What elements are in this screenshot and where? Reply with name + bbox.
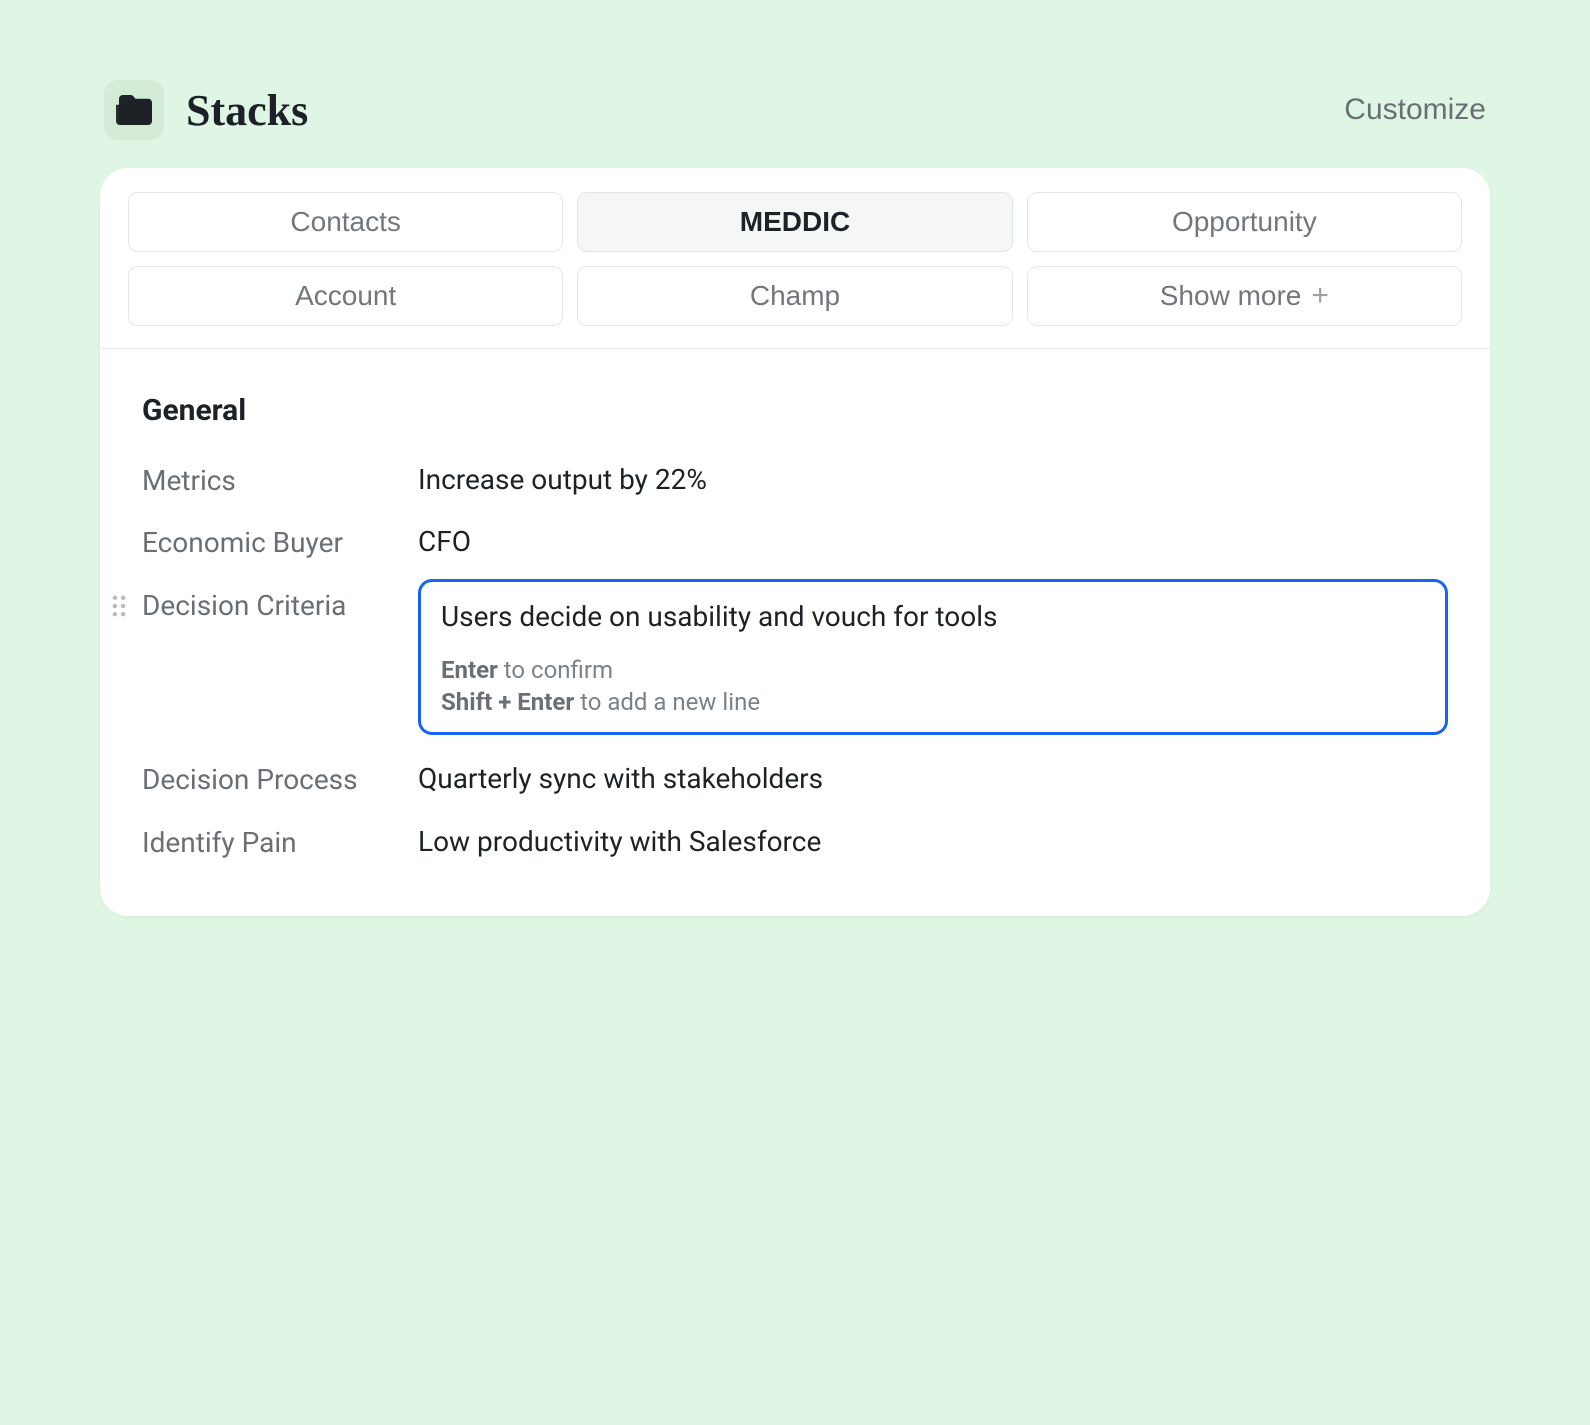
field-row-identify-pain: Identify Pain Low productivity with Sale…	[142, 824, 1448, 860]
field-row-metrics: Metrics Increase output by 22%	[142, 462, 1448, 498]
tabs-row: Contacts MEDDIC Opportunity Account Cham…	[100, 168, 1490, 349]
tab-meddic[interactable]: MEDDIC	[577, 192, 1012, 252]
hint-key: Enter	[441, 656, 498, 684]
tab-label: Contacts	[290, 206, 401, 238]
plus-icon: +	[1311, 281, 1329, 311]
card-body: General Metrics Increase output by 22% E…	[100, 349, 1490, 916]
customize-button[interactable]: Customize	[1344, 93, 1486, 127]
tab-show-more[interactable]: Show more +	[1027, 266, 1462, 326]
hint-text: to add a new line	[574, 688, 760, 716]
section-title: General	[142, 393, 1448, 428]
tab-label: Show more	[1160, 280, 1302, 312]
stacks-card: Contacts MEDDIC Opportunity Account Cham…	[100, 168, 1490, 916]
field-row-decision-criteria: Decision Criteria Users decide on usabil…	[142, 587, 1448, 736]
brand: Stacks	[104, 80, 308, 140]
tab-account[interactable]: Account	[128, 266, 563, 326]
edit-hint: Enter to confirm Shift + Enter to add a …	[441, 654, 1425, 719]
field-value[interactable]: Low productivity with Salesforce	[418, 824, 1448, 860]
folder-icon	[104, 80, 164, 140]
field-value[interactable]: Increase output by 22%	[418, 462, 1448, 498]
tab-label: Champ	[750, 280, 840, 312]
field-label: Economic Buyer	[142, 524, 418, 559]
tab-label: MEDDIC	[740, 206, 850, 238]
tab-opportunity[interactable]: Opportunity	[1027, 192, 1462, 252]
tab-label: Opportunity	[1172, 206, 1317, 238]
brand-name: Stacks	[186, 85, 308, 136]
drag-handle-icon[interactable]	[112, 595, 130, 617]
page-header: Stacks Customize	[100, 80, 1490, 140]
field-label: Identify Pain	[142, 824, 418, 859]
hint-text: to confirm	[498, 656, 613, 684]
field-value-editing[interactable]: Users decide on usability and vouch for …	[441, 598, 1425, 636]
tab-contacts[interactable]: Contacts	[128, 192, 563, 252]
field-row-decision-process: Decision Process Quarterly sync with sta…	[142, 761, 1448, 797]
field-label: Decision Criteria	[142, 587, 418, 622]
field-label: Metrics	[142, 462, 418, 497]
field-edit-box[interactable]: Users decide on usability and vouch for …	[418, 579, 1448, 736]
tab-label: Account	[295, 280, 396, 312]
field-row-economic-buyer: Economic Buyer CFO	[142, 524, 1448, 560]
hint-key: Shift + Enter	[441, 688, 574, 716]
tab-champ[interactable]: Champ	[577, 266, 1012, 326]
field-label: Decision Process	[142, 761, 418, 796]
field-value[interactable]: CFO	[418, 524, 1448, 560]
field-value[interactable]: Quarterly sync with stakeholders	[418, 761, 1448, 797]
